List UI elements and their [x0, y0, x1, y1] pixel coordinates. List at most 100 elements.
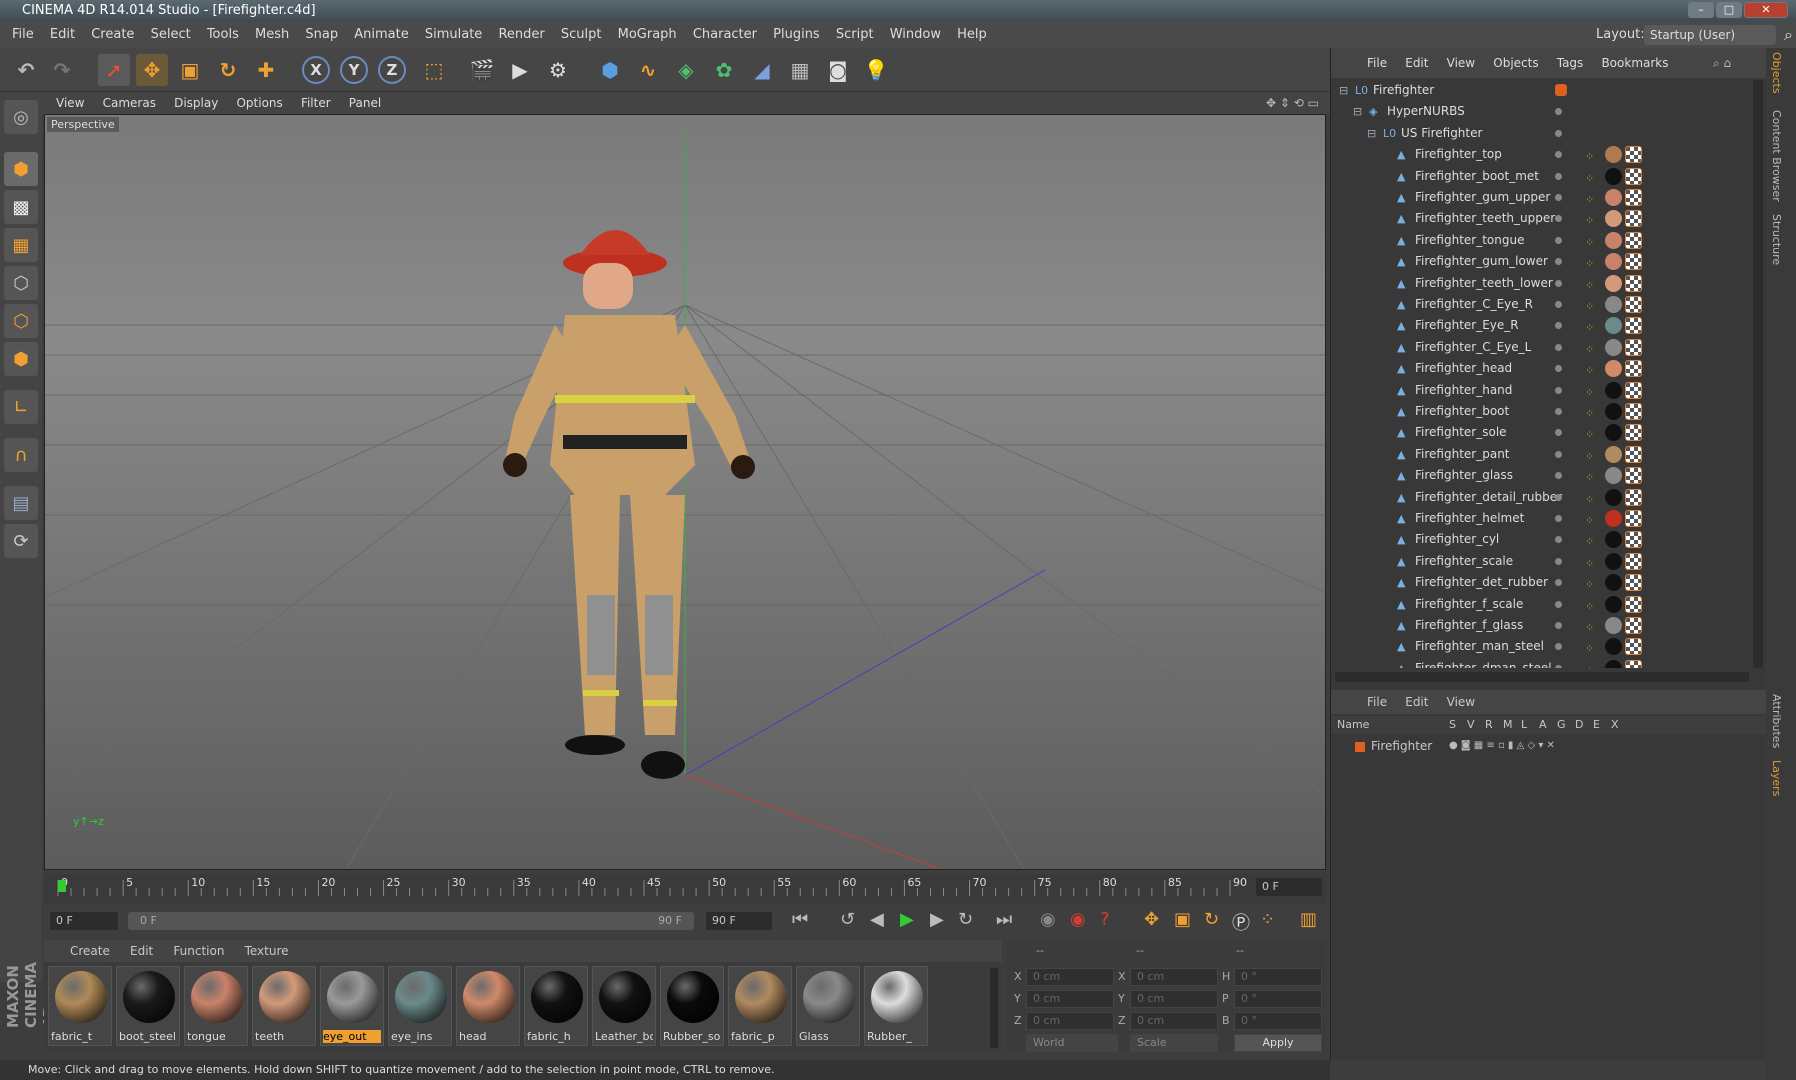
go-to-start-icon[interactable]: ⏮: [792, 909, 808, 930]
mat-menu-create[interactable]: Create: [70, 944, 110, 958]
snap-magnet-icon[interactable]: ∩: [4, 438, 38, 472]
material-tag[interactable]: [1605, 274, 1622, 292]
move-tool-icon[interactable]: ✥: [136, 54, 168, 86]
menu-edit[interactable]: Edit: [50, 27, 75, 42]
size-z-field[interactable]: 0 cm: [1130, 1012, 1218, 1030]
phong-tag-icon[interactable]: ⁘: [1585, 531, 1602, 548]
menu-create[interactable]: Create: [91, 27, 134, 42]
phong-tag-icon[interactable]: ⁘: [1585, 382, 1602, 399]
visibility-dot[interactable]: [1555, 472, 1562, 480]
phong-tag-icon[interactable]: ⁘: [1585, 617, 1602, 634]
menu-select[interactable]: Select: [151, 27, 191, 42]
material-tag[interactable]: [1605, 381, 1622, 399]
viewport-nav-icons[interactable]: ✥ ⇕ ⟲ ▭: [1266, 92, 1319, 114]
visibility-dot[interactable]: [1555, 194, 1562, 201]
material-tag[interactable]: [1605, 338, 1622, 356]
material-tag[interactable]: [1605, 253, 1622, 271]
layer-row[interactable]: Firefighter ● ◙ ▦ ≡ ▫ ▮ ◬ ◇ ▾ ✕: [1331, 736, 1767, 756]
size-x-field[interactable]: 0 cm: [1130, 968, 1218, 986]
col-xref[interactable]: X: [1611, 716, 1619, 734]
phong-tag-icon[interactable]: ⁘: [1585, 189, 1602, 206]
material-tag[interactable]: [1605, 146, 1622, 164]
edges-mode-icon[interactable]: ⬡: [4, 304, 38, 338]
material-swatch[interactable]: tongue: [184, 966, 248, 1046]
mat-menu-texture[interactable]: Texture: [245, 944, 289, 958]
visibility-dot[interactable]: [1555, 579, 1562, 587]
object-row[interactable]: ▲ Firefighter_gum_upper ⁘: [1331, 187, 1751, 208]
visibility-dot[interactable]: [1555, 515, 1562, 522]
minimize-button[interactable]: –: [1688, 2, 1714, 18]
object-row[interactable]: ▲ Firefighter_f_scale ⁘: [1331, 594, 1751, 615]
maximize-button[interactable]: □: [1716, 2, 1742, 18]
visibility-dot[interactable]: [1555, 236, 1562, 244]
material-tag[interactable]: [1605, 424, 1622, 442]
layer-menu-file[interactable]: File: [1367, 695, 1387, 709]
vp-menu-view[interactable]: View: [56, 96, 84, 110]
tab-layers[interactable]: Layers: [1770, 760, 1783, 796]
material-tag[interactable]: [1605, 659, 1622, 668]
material-label[interactable]: fabric_t: [51, 1030, 109, 1043]
obj-menu-objects[interactable]: Objects: [1493, 56, 1538, 70]
visibility-dot[interactable]: [1555, 450, 1562, 458]
material-swatch[interactable]: Rubber_: [864, 966, 928, 1046]
coord-mode-dropdown[interactable]: Scale: [1130, 1034, 1218, 1052]
material-tag[interactable]: [1605, 574, 1622, 592]
object-row[interactable]: ▲ Firefighter_tongue ⁘: [1331, 230, 1751, 251]
redo-icon[interactable]: ↷: [46, 54, 78, 86]
tab-structure[interactable]: Structure: [1770, 214, 1783, 265]
visibility-dot[interactable]: [1555, 108, 1562, 116]
col-solo[interactable]: S: [1449, 716, 1456, 734]
object-name[interactable]: Firefighter_sole: [1415, 422, 1507, 443]
object-name[interactable]: Firefighter_boot_met: [1415, 166, 1539, 187]
menu-mesh[interactable]: Mesh: [255, 27, 289, 42]
live-selection-icon[interactable]: ➚: [98, 54, 130, 86]
texture-tag[interactable]: [1625, 317, 1642, 335]
object-row[interactable]: ⊟ L0 Firefighter: [1331, 80, 1751, 101]
phong-tag-icon[interactable]: ⁘: [1585, 339, 1602, 356]
rot-b-field[interactable]: 0 °: [1234, 1012, 1322, 1030]
object-row[interactable]: ▲ Firefighter_hand ⁘: [1331, 380, 1751, 401]
material-label[interactable]: head: [459, 1030, 517, 1043]
material-tag[interactable]: [1605, 210, 1622, 228]
layer-menu-view[interactable]: View: [1447, 695, 1475, 709]
material-label[interactable]: Rubber_so: [663, 1030, 721, 1043]
range-slider[interactable]: 0 F 90 F: [128, 912, 694, 930]
phong-tag-icon[interactable]: ⁘: [1585, 296, 1602, 313]
object-name[interactable]: Firefighter_det_rubber: [1415, 572, 1548, 593]
key-parameter-icon[interactable]: Ⓟ: [1232, 909, 1250, 935]
col-deformers[interactable]: D: [1575, 716, 1583, 734]
layer-menu-edit[interactable]: Edit: [1405, 695, 1428, 709]
object-name[interactable]: HyperNURBS: [1387, 101, 1465, 122]
object-name[interactable]: Firefighter_tongue: [1415, 230, 1524, 251]
planar-workplane-icon[interactable]: ⟳: [4, 524, 38, 558]
layer-color-swatch[interactable]: [1555, 84, 1567, 96]
object-row[interactable]: ▲ Firefighter_gum_lower ⁘: [1331, 251, 1751, 272]
record-active-icon[interactable]: ◉: [1040, 909, 1056, 930]
texture-tag[interactable]: [1625, 338, 1642, 356]
visibility-dot[interactable]: [1555, 622, 1562, 629]
go-to-end-icon[interactable]: ⏭: [996, 909, 1012, 930]
object-row[interactable]: ⊟ L0 US Firefighter: [1331, 123, 1751, 144]
texture-tag[interactable]: [1625, 424, 1642, 442]
phong-tag-icon[interactable]: ⁘: [1585, 510, 1602, 527]
vp-menu-display[interactable]: Display: [174, 96, 218, 110]
texture-tag[interactable]: [1625, 403, 1642, 420]
obj-menu-view[interactable]: View: [1447, 56, 1475, 70]
material-label[interactable]: eye_ins: [391, 1030, 449, 1043]
material-swatch[interactable]: Rubber_so: [660, 966, 724, 1046]
scale-tool-icon[interactable]: ▣: [174, 54, 206, 86]
visibility-dot[interactable]: [1555, 408, 1562, 415]
object-name[interactable]: Firefighter_hand: [1415, 380, 1512, 401]
object-name[interactable]: Firefighter_detail_rubber: [1415, 487, 1562, 508]
phong-tag-icon[interactable]: ⁘: [1585, 168, 1602, 185]
workplane-mode-icon[interactable]: ▦: [4, 228, 38, 262]
locked-workplane-icon[interactable]: ▤: [4, 486, 38, 520]
material-swatch[interactable]: eye_out: [320, 966, 384, 1046]
phong-tag-icon[interactable]: ⁘: [1585, 146, 1602, 163]
start-frame-field[interactable]: 0 F: [50, 912, 118, 930]
perspective-viewport[interactable]: Perspective y↑→z: [44, 114, 1326, 870]
texture-tag[interactable]: [1625, 296, 1642, 313]
keyframe-selection-icon[interactable]: ?: [1100, 909, 1110, 930]
nurbs-icon[interactable]: ◈: [670, 54, 702, 86]
object-row[interactable]: ▲ Firefighter_cyl ⁘: [1331, 529, 1751, 550]
